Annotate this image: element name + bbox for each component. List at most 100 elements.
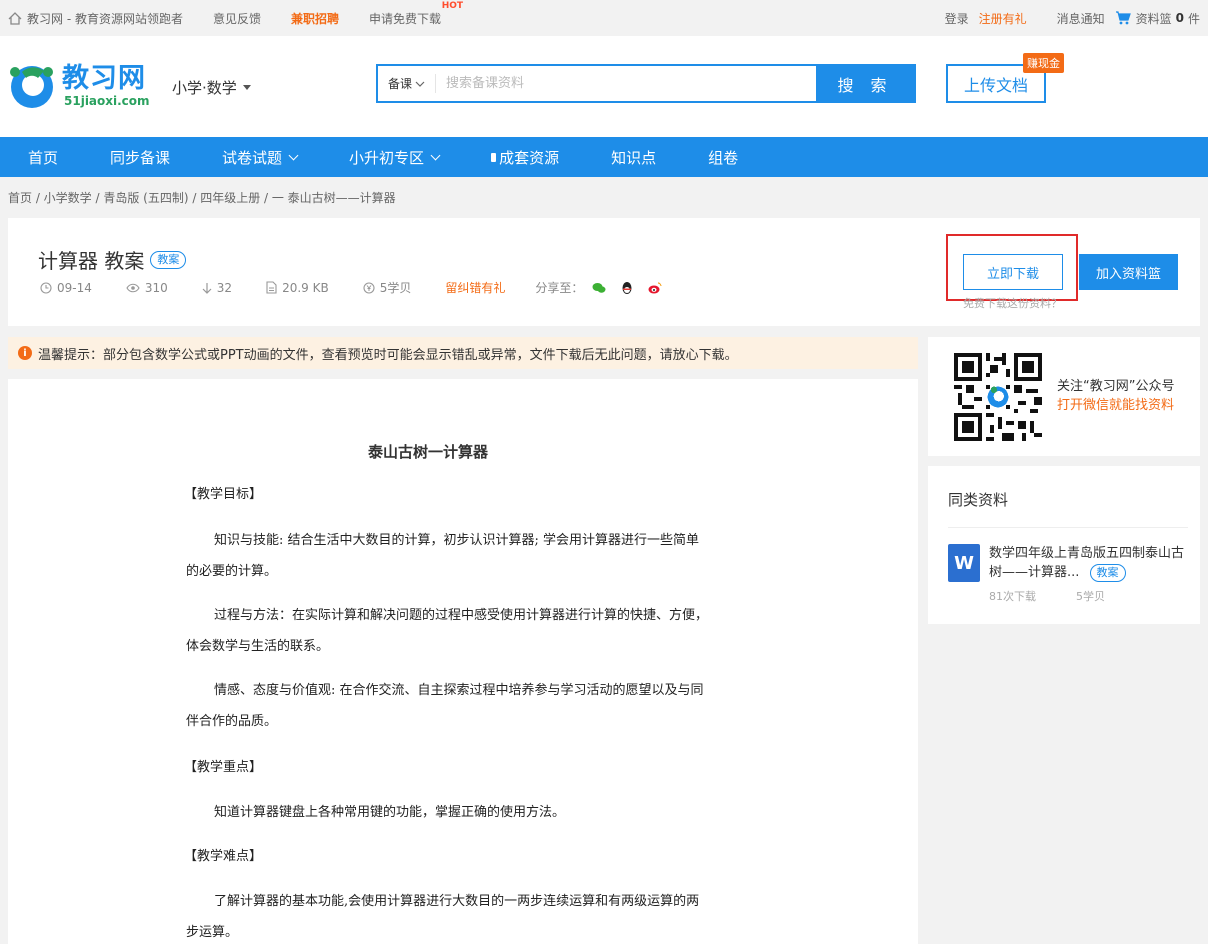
warm-tip-bar: i 温馨提示：部分包含数学公式或PPT动画的文件，查看预览时可能会显示错乱或异常… (8, 337, 918, 369)
info-icon: i (18, 346, 32, 360)
weibo-icon[interactable] (648, 281, 662, 295)
nav-compose[interactable]: 组卷 (708, 147, 738, 168)
subject-label: 小学·数学 (172, 79, 237, 97)
downloads-value: 32 (216, 280, 233, 295)
cart-icon (1115, 11, 1131, 25)
nav-exams[interactable]: 试卷试题 (222, 147, 299, 168)
similar-item-link[interactable]: 数学四年级上青岛版五四制泰山古树——计算器... 教案 (989, 544, 1189, 582)
wechat-find-text: 打开微信就能找资料 (1057, 398, 1175, 413)
file-icon (266, 281, 277, 294)
arrow-down-icon (202, 282, 212, 294)
page-title: 计算器 教案 (38, 249, 145, 273)
share-group: 分享至： (535, 279, 662, 296)
top-bar: 教习网 - 教育资源网站领跑者 意见反馈 兼职招聘 申请免费下载 HOT 登录 … (0, 0, 1208, 36)
logo-cn: 教习网 (62, 63, 146, 94)
doc-line: 步运算。 (186, 925, 239, 940)
nav-knowledge[interactable]: 知识点 (611, 147, 656, 168)
eye-icon (126, 283, 140, 292)
doc-heading-difficulties: 【教学难点】 (184, 849, 263, 864)
search-button[interactable]: 搜 索 (816, 66, 914, 101)
chevron-down-icon (415, 81, 425, 87)
main-nav: 首页 同步备课 试卷试题 小升初专区 成套资源 知识点 组卷 (0, 137, 1208, 177)
doc-line: 知识与技能: 结合生活中大数目的计算，初步认识计算器; 学会用计算器进行一些简单 (214, 533, 700, 548)
free-download-note[interactable]: 免费下载这份资料？ (963, 295, 1062, 311)
subject-selector[interactable]: 小学·数学 (172, 77, 251, 98)
nav-home-label: 首页 (28, 148, 59, 167)
add-to-basket-button[interactable]: 加入资料篮 (1079, 254, 1178, 290)
word-file-icon: W (948, 544, 980, 582)
doc-line: 的必要的计算。 (186, 564, 278, 579)
nav-compose-label: 组卷 (708, 148, 739, 167)
nav-middle-school[interactable]: 小升初专区 (349, 147, 441, 168)
home-link[interactable]: 教习网 - 教育资源网站领跑者 (8, 10, 183, 27)
similar-item-title: 数学四年级上青岛版五四制泰山古树——计算器... (989, 546, 1185, 580)
document-preview: 泰山古树一计算器 【教学目标】 知识与技能: 结合生活中大数目的计算，初步认识计… (8, 379, 918, 944)
doc-heading-key-points: 【教学重点】 (184, 760, 263, 775)
hot-badge: HOT (441, 0, 464, 11)
doc-line: 伴合作的品质。 (186, 714, 278, 729)
caret-down-icon (242, 85, 251, 90)
similar-heading: 同类资料 (948, 491, 1009, 509)
wechat-qr-card: 关注“教习网”公众号 打开微信就能找资料 (928, 337, 1200, 456)
logo-en: 51jiaoxi.com (64, 94, 150, 108)
price-value: 5学贝 (379, 281, 412, 295)
login-link[interactable]: 登录 (945, 10, 969, 27)
qr-code-image (954, 353, 1042, 441)
logo-icon (8, 62, 56, 110)
free-download-label: 申请免费下载 (369, 11, 442, 26)
nav-knowledge-label: 知识点 (611, 148, 657, 167)
register-link[interactable]: 注册有礼 (979, 10, 1027, 27)
type-tag[interactable]: 教案 (150, 250, 187, 269)
doc-line: 知道计算器键盘上各种常用键的功能，掌握正确的使用方法。 (214, 805, 566, 820)
doc-line: 过程与方法：在实际计算和解决问题的过程中感受使用计算器进行计算的快捷、方便， (214, 608, 709, 623)
similar-item-downloads: 81次下载 (989, 590, 1036, 603)
earn-badge: 赚现金 (1023, 53, 1064, 73)
divider (948, 527, 1188, 528)
wechat-follow-text: 关注“教习网”公众号 (1057, 379, 1175, 394)
nav-resource-sets-label: 成套资源 (499, 148, 560, 167)
similar-resources-card: 同类资料 W 数学四年级上青岛版五四制泰山古树——计算器... 教案 81次下载… (928, 466, 1200, 624)
resource-info-card: 计算器 教案 教案 09-14 310 32 20.9 KB 5学贝 留纠错有礼… (8, 218, 1200, 326)
doc-heading-goals: 【教学目标】 (184, 487, 263, 502)
views-value: 310 (144, 280, 168, 295)
basket-unit: 件 (1187, 11, 1200, 26)
search-type-dropdown[interactable]: 备课 (378, 74, 436, 93)
resource-set-icon (491, 152, 497, 162)
basket-label: 资料篮 (1135, 11, 1172, 26)
doc-line: 体会数学与生活的联系。 (186, 639, 330, 654)
jobs-link[interactable]: 兼职招聘 (291, 10, 339, 27)
wechat-icon[interactable] (592, 281, 606, 295)
tip-text: 温馨提示：部分包含数学公式或PPT动画的文件，查看预览时可能会显示错乱或异常，文… (38, 347, 738, 363)
search-type-label: 备课 (387, 77, 412, 91)
site-logo[interactable]: 教习网 51jiaoxi.com (8, 62, 150, 110)
clock-icon (40, 281, 52, 294)
basket-link[interactable]: 资料篮 0 件 (1115, 10, 1200, 27)
nav-home[interactable]: 首页 (28, 147, 58, 168)
free-download-link[interactable]: 申请免费下载 HOT (369, 1, 463, 27)
share-label: 分享至： (535, 281, 584, 295)
nav-sync-prep-label: 同步备课 (110, 148, 171, 167)
coin-icon (363, 281, 375, 294)
nav-exams-label: 试卷试题 (222, 148, 283, 167)
resource-meta: 09-14 310 32 20.9 KB 5学贝 留纠错有礼 分享至： (40, 279, 662, 296)
similar-item-tag: 教案 (1089, 564, 1126, 582)
home-icon (8, 11, 22, 25)
chevron-down-icon (288, 150, 299, 160)
header: 教习网 51jiaoxi.com 小学·数学 备课 搜 索 上传文档 赚现金 (0, 36, 1208, 137)
similar-item-price: 5学贝 (1076, 590, 1105, 603)
nav-middle-school-label: 小升初专区 (349, 148, 425, 167)
doc-line: 情感、态度与价值观: 在合作交流、自主探索过程中培养参与学习活动的愿望以及与同 (214, 683, 704, 698)
doc-line: 了解计算器的基本功能,会使用计算器进行大数目的一两步连续运算和有两级运算的两 (214, 894, 700, 909)
messages-link[interactable]: 消息通知 (1057, 10, 1105, 27)
date-value: 09-14 (57, 280, 92, 295)
size-value: 20.9 KB (282, 280, 329, 295)
report-error-link[interactable]: 留纠错有礼 (445, 279, 505, 296)
nav-sync-prep[interactable]: 同步备课 (110, 147, 170, 168)
breadcrumb[interactable]: 首页 / 小学数学 / 青岛版 (五四制) / 四年级上册 / 一 泰山古树——… (0, 177, 1208, 218)
feedback-link[interactable]: 意见反馈 (213, 10, 261, 27)
download-button[interactable]: 立即下载 (963, 254, 1063, 290)
qq-icon[interactable] (620, 281, 634, 295)
basket-count: 0 (1175, 11, 1184, 25)
search-input[interactable] (436, 66, 816, 101)
nav-resource-sets[interactable]: 成套资源 (491, 147, 559, 168)
